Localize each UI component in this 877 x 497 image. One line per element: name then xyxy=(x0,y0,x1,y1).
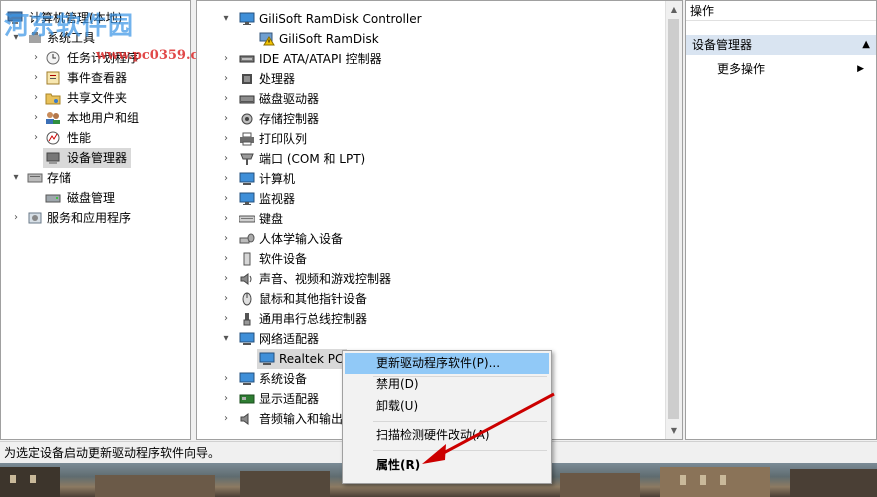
arrow-shaft xyxy=(435,392,555,459)
arrow-head xyxy=(422,444,446,464)
annotation-arrow xyxy=(422,392,555,464)
